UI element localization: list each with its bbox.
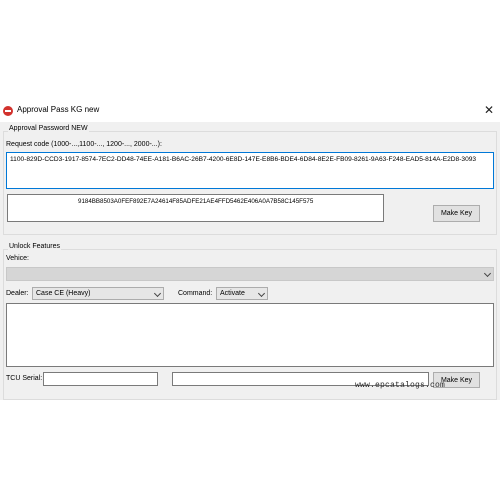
command-label: Command: — [178, 290, 213, 297]
unlock-output-area[interactable] — [6, 303, 494, 367]
make-key-button[interactable]: Make Key — [433, 205, 480, 222]
chevron-down-icon — [153, 289, 162, 298]
app-logo-icon — [3, 106, 13, 116]
vehicle-select[interactable] — [6, 267, 494, 281]
dealer-label: Dealer: — [6, 290, 29, 297]
vehicle-label: Vehice: — [6, 255, 29, 262]
approval-group-label: Approval Password NEW — [8, 125, 89, 132]
chevron-down-icon — [483, 269, 492, 278]
app-window: Approval Pass KG new ✕ Approval Password… — [0, 100, 500, 400]
watermark-text: www.epcatalogs.com — [355, 381, 446, 390]
chevron-down-icon — [257, 289, 266, 298]
command-select[interactable]: Activate — [216, 287, 268, 300]
command-select-value: Activate — [220, 290, 245, 297]
request-code-field[interactable]: 1100-829D-CCD3-1917-8574-7EC2-DD48-74EE-… — [6, 152, 494, 189]
request-code-label: Request code (1000-...,1100-..., 1200-..… — [6, 141, 162, 148]
title-bar: Approval Pass KG new ✕ — [0, 100, 500, 122]
window-title: Approval Pass KG new — [17, 105, 100, 114]
close-icon[interactable]: ✕ — [484, 103, 494, 117]
password-output-field[interactable]: 9184BB8503A0FEF892E7A24614F85ADFE21AE4FF… — [7, 194, 384, 222]
tcu-serial-field[interactable] — [43, 372, 158, 386]
tcu-serial-label: TCU Serial: — [6, 375, 43, 382]
unlock-group-label: Unlock Features — [8, 243, 61, 250]
dealer-select[interactable]: Case CE (Heavy) — [32, 287, 164, 300]
dealer-select-value: Case CE (Heavy) — [36, 290, 91, 297]
